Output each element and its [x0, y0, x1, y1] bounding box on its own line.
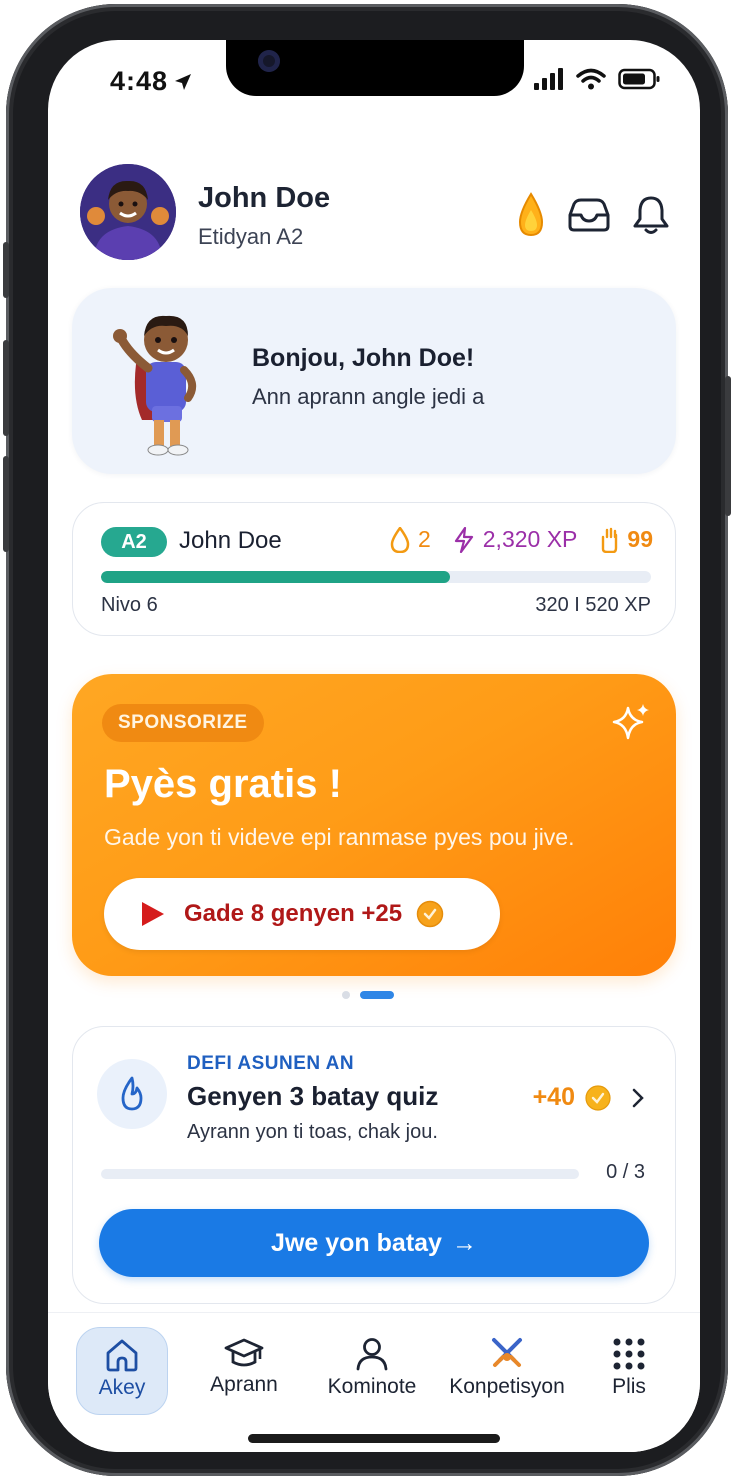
- carousel-dot-active[interactable]: [360, 991, 394, 999]
- location-arrow-icon: [175, 73, 192, 90]
- greeting-subtitle: Ann aprann angle jedi a: [252, 384, 485, 409]
- tab-more[interactable]: Plis: [574, 1327, 684, 1415]
- greeting-title: Bonjou, John Doe!: [252, 344, 475, 372]
- stats-user-name: John Doe: [179, 527, 282, 554]
- promo-subtitle: Gade yon ti videve epi ranmase pyes pou …: [104, 824, 575, 850]
- tab-learn-label: Aprann: [210, 1373, 278, 1396]
- tab-competition-label: Konpetisyon: [449, 1375, 565, 1398]
- play-battle-button[interactable]: Jwe yon batay →: [99, 1209, 649, 1277]
- challenge-reward: +40: [533, 1083, 645, 1112]
- wifi-icon: [576, 68, 606, 90]
- home-icon: [106, 1339, 138, 1372]
- avatar[interactable]: [80, 164, 176, 260]
- volume-up-button: [3, 340, 9, 436]
- challenge-progress-bar: [101, 1169, 579, 1179]
- tab-competition[interactable]: Konpetisyon: [442, 1327, 572, 1415]
- gem-hand-icon: [602, 527, 618, 553]
- graduation-cap-icon: [224, 1338, 264, 1367]
- power-button: [725, 376, 731, 516]
- watch-video-label: Gade 8 genyen +25: [184, 900, 403, 927]
- crossed-swords-icon: [492, 1338, 522, 1367]
- tab-home-label: Akey: [98, 1376, 146, 1399]
- tab-community-label: Kominote: [327, 1375, 417, 1398]
- tab-community[interactable]: Kominote: [312, 1327, 432, 1415]
- signal-icon: [534, 68, 563, 90]
- coin-icon: [585, 1084, 611, 1111]
- carousel-dot[interactable]: [342, 991, 350, 999]
- watch-video-button[interactable]: Gade 8 genyen +25: [104, 878, 500, 950]
- user-name: John Doe: [198, 182, 331, 214]
- streak-flame-icon[interactable]: [516, 192, 546, 238]
- carousel-indicator: [342, 991, 394, 999]
- play-icon: [142, 902, 164, 926]
- mute-switch: [3, 242, 9, 298]
- xp-bolt-icon: [454, 526, 473, 553]
- user-level-label: Etidyan A2: [198, 224, 304, 249]
- level-badge: A2: [101, 527, 167, 557]
- inbox-icon[interactable]: [568, 198, 610, 232]
- level-number: Nivo 6: [101, 594, 158, 616]
- tab-learn[interactable]: Aprann: [184, 1327, 304, 1415]
- greeting-card: Bonjou, John Doe! Ann aprann angle jedi …: [72, 288, 676, 474]
- challenge-progress-count: 0 / 3: [606, 1161, 645, 1183]
- xp-progress-fill: [101, 571, 451, 583]
- profile-header: John Doe Etidyan A2: [80, 164, 680, 264]
- daily-challenge-card[interactable]: DEFI ASUNEN AN Genyen 3 batay quiz Ayran…: [72, 1026, 676, 1304]
- sparkle-icon: [612, 704, 649, 740]
- status-time-text: 4:48: [110, 66, 169, 96]
- avatar-character-illustration: [80, 164, 176, 260]
- coin-icon: [416, 900, 444, 928]
- notch: [226, 40, 524, 96]
- promo-title: Pyès gratis !: [104, 762, 342, 806]
- gem-count: 99: [627, 526, 653, 552]
- streak-count: 2: [417, 526, 431, 552]
- challenge-kicker: DEFI ASUNEN AN: [187, 1053, 355, 1074]
- sponsored-promo-card: SPONSORIZE Pyès gratis ! Gade yon ti vid…: [72, 674, 676, 976]
- grid-dots-icon: [613, 1338, 645, 1370]
- screen: 4:48 John Doe Etidyan A2 Bonjou, John Do…: [48, 40, 700, 1452]
- challenge-subtitle: Ayrann yon ti toas, chak jou.: [187, 1121, 438, 1143]
- streak-flame-icon: [390, 526, 410, 553]
- sponsored-tag: SPONSORIZE: [102, 704, 264, 742]
- xp-progress-text: 320 I 520 XP: [535, 594, 651, 616]
- tab-more-label: Plis: [612, 1375, 646, 1398]
- volume-down-button: [3, 456, 9, 552]
- challenge-icon-badge: [97, 1059, 167, 1129]
- chevron-right-icon[interactable]: [631, 1087, 645, 1109]
- mascot-waving-illustration: [113, 315, 197, 456]
- challenge-reward-value: +40: [532, 1083, 575, 1111]
- header-actions: [516, 192, 670, 238]
- tab-home[interactable]: Akey: [76, 1327, 168, 1415]
- arrow-right-icon: →: [451, 1228, 477, 1257]
- xp-total: 2,320 XP: [482, 526, 578, 552]
- stats-counters: 2 2,320 XP 99: [390, 526, 653, 553]
- notification-bell-icon[interactable]: [632, 195, 670, 235]
- person-icon: [356, 1338, 388, 1371]
- stats-card[interactable]: A2 John Doe 2 2,320 XP 99 Nivo 6 320 I 5…: [72, 502, 676, 636]
- home-indicator[interactable]: [248, 1434, 500, 1443]
- status-time: 4:48: [110, 66, 192, 97]
- play-battle-label: Jwe yon batay: [271, 1228, 442, 1257]
- battery-icon: [618, 68, 660, 90]
- front-camera: [258, 50, 280, 72]
- bottom-tab-bar: Akey Aprann Kominote Konpetisyon Plis: [48, 1312, 700, 1452]
- flame-icon: [121, 1076, 143, 1111]
- phone-frame: 4:48 John Doe Etidyan A2 Bonjou, John Do…: [3, 4, 731, 1476]
- challenge-title: Genyen 3 batay quiz: [187, 1081, 439, 1111]
- xp-progress-bar: [101, 571, 651, 583]
- status-icons: [534, 68, 660, 90]
